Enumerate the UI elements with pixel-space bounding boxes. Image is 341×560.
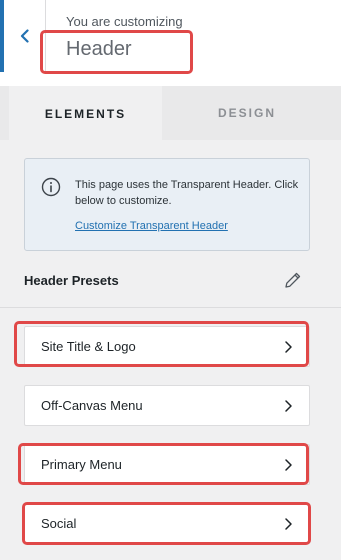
chevron-right-icon bbox=[285, 459, 292, 471]
header-presets-label: Header Presets bbox=[24, 273, 119, 288]
item-label: Social bbox=[41, 516, 77, 531]
chevron-right-icon bbox=[285, 400, 292, 412]
customizing-caption: You are customizing bbox=[66, 14, 183, 29]
transparent-header-notice: This page uses the Transparent Header. C… bbox=[24, 158, 310, 251]
info-icon bbox=[41, 177, 61, 197]
off-canvas-menu-item[interactable]: Off-Canvas Menu bbox=[24, 385, 310, 426]
customizer-header: You are customizing Header bbox=[0, 0, 341, 86]
item-label: Off-Canvas Menu bbox=[41, 398, 143, 413]
chevron-right-icon bbox=[285, 518, 292, 530]
item-label: Site Title & Logo bbox=[41, 339, 136, 354]
social-item[interactable]: Social bbox=[24, 503, 310, 544]
customize-transparent-header-link[interactable]: Customize Transparent Header bbox=[75, 220, 228, 232]
tab-elements[interactable]: ELEMENTS bbox=[9, 86, 162, 142]
chevron-right-icon bbox=[285, 341, 292, 353]
back-button[interactable] bbox=[0, 0, 46, 72]
page-title: Header bbox=[66, 38, 132, 60]
primary-menu-item[interactable]: Primary Menu bbox=[24, 444, 310, 485]
header-presets-row: Header Presets bbox=[0, 258, 341, 308]
chevron-left-icon bbox=[20, 29, 29, 43]
site-title-logo-item[interactable]: Site Title & Logo bbox=[24, 326, 310, 367]
tab-bar: ELEMENTS DESIGN bbox=[0, 86, 341, 142]
item-label: Primary Menu bbox=[41, 457, 122, 472]
tab-design[interactable]: DESIGN bbox=[162, 86, 332, 140]
notice-text: This page uses the Transparent Header. C… bbox=[75, 179, 299, 207]
pencil-icon[interactable] bbox=[283, 270, 303, 290]
